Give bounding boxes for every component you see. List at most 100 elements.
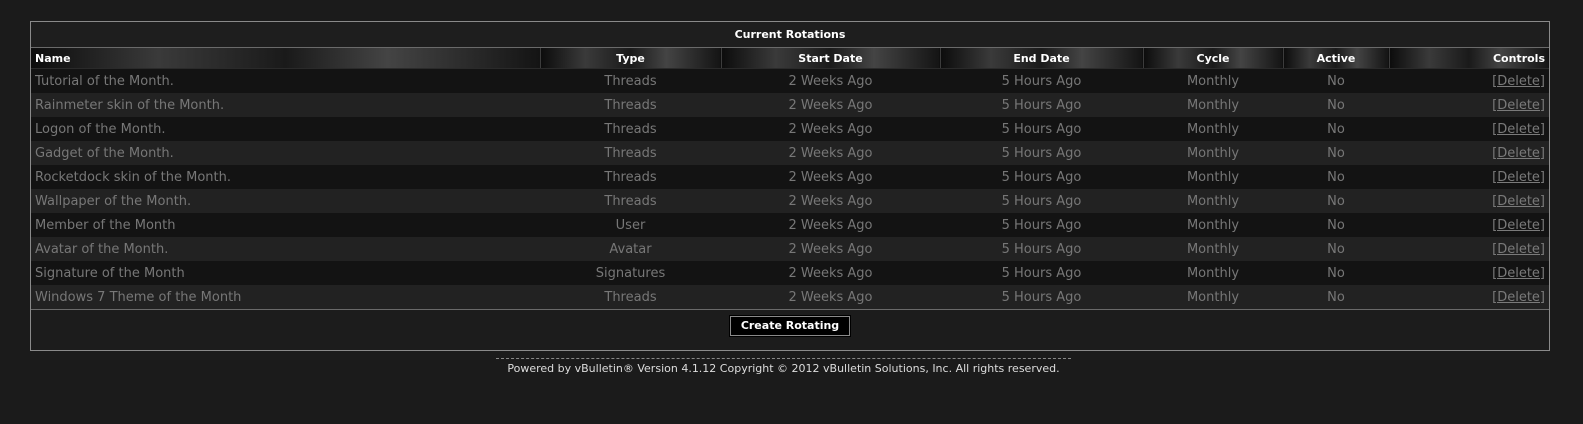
delete-link[interactable]: [Delete] bbox=[1492, 146, 1545, 161]
table-row: Gadget of the Month. Threads 2 Weeks Ago 5 … bbox=[31, 141, 1549, 165]
cell-name: Rocketdock skin of the Month. bbox=[31, 165, 540, 189]
cell-active: No bbox=[1283, 237, 1389, 261]
cell-type: Signatures bbox=[540, 261, 721, 285]
cell-cycle: Monthly bbox=[1143, 165, 1283, 189]
cell-name: Member of the Month bbox=[31, 213, 540, 237]
cell-type: User bbox=[540, 213, 721, 237]
column-header-end-date[interactable]: End Date bbox=[940, 48, 1144, 69]
cell-name: Logon of the Month. bbox=[31, 117, 540, 141]
column-header-name[interactable]: Name bbox=[31, 48, 541, 69]
cell-cycle: Monthly bbox=[1143, 285, 1283, 309]
cell-active: No bbox=[1283, 261, 1389, 285]
cell-active: No bbox=[1283, 189, 1389, 213]
cell-start-date: 2 Weeks Ago bbox=[721, 117, 940, 141]
column-header-active[interactable]: Active bbox=[1283, 48, 1390, 69]
cell-name: Tutorial of the Month. bbox=[31, 68, 540, 93]
cell-name: Wallpaper of the Month. bbox=[31, 189, 540, 213]
table-row: Logon of the Month. Threads 2 Weeks Ago 5 H… bbox=[31, 117, 1549, 141]
cell-cycle: Monthly bbox=[1143, 237, 1283, 261]
cell-start-date: 2 Weeks Ago bbox=[721, 165, 940, 189]
cell-cycle: Monthly bbox=[1143, 117, 1283, 141]
cell-end-date: 5 Hours Ago bbox=[940, 237, 1143, 261]
cell-start-date: 2 Weeks Ago bbox=[721, 68, 940, 93]
panel-footer: Create Rotating bbox=[31, 309, 1549, 342]
cell-controls: [Delete] bbox=[1389, 165, 1549, 189]
cell-name: Signature of the Month bbox=[31, 261, 540, 285]
cell-cycle: Monthly bbox=[1143, 213, 1283, 237]
column-header-controls[interactable]: Controls bbox=[1389, 48, 1549, 69]
cell-name: Windows 7 Theme of the Month bbox=[31, 285, 540, 309]
cell-type: Threads bbox=[540, 165, 721, 189]
cell-end-date: 5 Hours Ago bbox=[940, 117, 1143, 141]
cell-cycle: Monthly bbox=[1143, 141, 1283, 165]
delete-link[interactable]: [Delete] bbox=[1492, 98, 1545, 113]
cell-type: Threads bbox=[540, 68, 721, 93]
cell-controls: [Delete] bbox=[1389, 68, 1549, 93]
cell-active: No bbox=[1283, 141, 1389, 165]
cell-type: Threads bbox=[540, 189, 721, 213]
delete-link[interactable]: [Delete] bbox=[1492, 194, 1545, 209]
column-header-cycle[interactable]: Cycle bbox=[1143, 48, 1284, 69]
cell-start-date: 2 Weeks Ago bbox=[721, 141, 940, 165]
cell-controls: [Delete] bbox=[1389, 261, 1549, 285]
cell-active: No bbox=[1283, 285, 1389, 309]
cell-controls: [Delete] bbox=[1389, 141, 1549, 165]
cell-cycle: Monthly bbox=[1143, 68, 1283, 93]
rotations-table: Name Type Start Date End Date Cycle Acti… bbox=[31, 48, 1549, 309]
delete-link[interactable]: [Delete] bbox=[1492, 170, 1545, 185]
column-header-type[interactable]: Type bbox=[540, 48, 722, 69]
table-row: Member of the Month User 2 Weeks Ago 5 Hour… bbox=[31, 213, 1549, 237]
delete-link[interactable]: [Delete] bbox=[1492, 218, 1545, 233]
create-rotating-button[interactable]: Create Rotating bbox=[728, 315, 852, 337]
cell-start-date: 2 Weeks Ago bbox=[721, 285, 940, 309]
cell-active: No bbox=[1283, 117, 1389, 141]
cell-type: Avatar bbox=[540, 237, 721, 261]
cell-type: Threads bbox=[540, 141, 721, 165]
cell-cycle: Monthly bbox=[1143, 93, 1283, 117]
cell-controls: [Delete] bbox=[1389, 237, 1549, 261]
cell-type: Threads bbox=[540, 93, 721, 117]
delete-link[interactable]: [Delete] bbox=[1492, 266, 1545, 281]
table-row: Tutorial of the Month. Threads 2 Weeks Ago… bbox=[31, 68, 1549, 93]
cell-controls: [Delete] bbox=[1389, 117, 1549, 141]
cell-controls: [Delete] bbox=[1389, 285, 1549, 309]
cell-end-date: 5 Hours Ago bbox=[940, 189, 1143, 213]
cell-name: Rainmeter skin of the Month. bbox=[31, 93, 540, 117]
cell-end-date: 5 Hours Ago bbox=[940, 68, 1143, 93]
table-row: Wallpaper of the Month. Threads 2 Weeks Ag… bbox=[31, 189, 1549, 213]
cell-start-date: 2 Weeks Ago bbox=[721, 189, 940, 213]
cell-cycle: Monthly bbox=[1143, 261, 1283, 285]
delete-link[interactable]: [Delete] bbox=[1492, 122, 1545, 137]
delete-link[interactable]: [Delete] bbox=[1492, 242, 1545, 257]
cell-active: No bbox=[1283, 165, 1389, 189]
table-body: Tutorial of the Month. Threads 2 Weeks Ago… bbox=[31, 68, 1549, 309]
cell-start-date: 2 Weeks Ago bbox=[721, 213, 940, 237]
cell-start-date: 2 Weeks Ago bbox=[721, 93, 940, 117]
cell-end-date: 5 Hours Ago bbox=[940, 261, 1143, 285]
panel-title: Current Rotations bbox=[31, 22, 1549, 48]
cell-cycle: Monthly bbox=[1143, 189, 1283, 213]
delete-link[interactable]: [Delete] bbox=[1492, 74, 1545, 89]
cell-active: No bbox=[1283, 93, 1389, 117]
cell-end-date: 5 Hours Ago bbox=[940, 165, 1143, 189]
cell-end-date: 5 Hours Ago bbox=[940, 93, 1143, 117]
cell-end-date: 5 Hours Ago bbox=[940, 213, 1143, 237]
table-row: Rainmeter skin of the Month. Threads 2 Wee… bbox=[31, 93, 1549, 117]
cell-active: No bbox=[1283, 68, 1389, 93]
cell-start-date: 2 Weeks Ago bbox=[721, 237, 940, 261]
cell-end-date: 5 Hours Ago bbox=[940, 141, 1143, 165]
table-header-row: Name Type Start Date End Date Cycle Acti… bbox=[31, 48, 1549, 69]
table-row: Signature of the Month Signatures 2 Weeks … bbox=[31, 261, 1549, 285]
table-row: Rocketdock skin of the Month. Threads 2 We… bbox=[31, 165, 1549, 189]
cell-end-date: 5 Hours Ago bbox=[940, 285, 1143, 309]
powered-by-footer: Powered by vBulletin® Version 4.1.12 Cop… bbox=[496, 358, 1071, 375]
cell-name: Gadget of the Month. bbox=[31, 141, 540, 165]
cell-controls: [Delete] bbox=[1389, 213, 1549, 237]
cell-controls: [Delete] bbox=[1389, 189, 1549, 213]
table-row: Avatar of the Month. Avatar 2 Weeks Ago 5 H… bbox=[31, 237, 1549, 261]
delete-link[interactable]: [Delete] bbox=[1492, 290, 1545, 305]
column-header-start-date[interactable]: Start Date bbox=[721, 48, 941, 69]
cell-start-date: 2 Weeks Ago bbox=[721, 261, 940, 285]
cell-type: Threads bbox=[540, 285, 721, 309]
cell-type: Threads bbox=[540, 117, 721, 141]
